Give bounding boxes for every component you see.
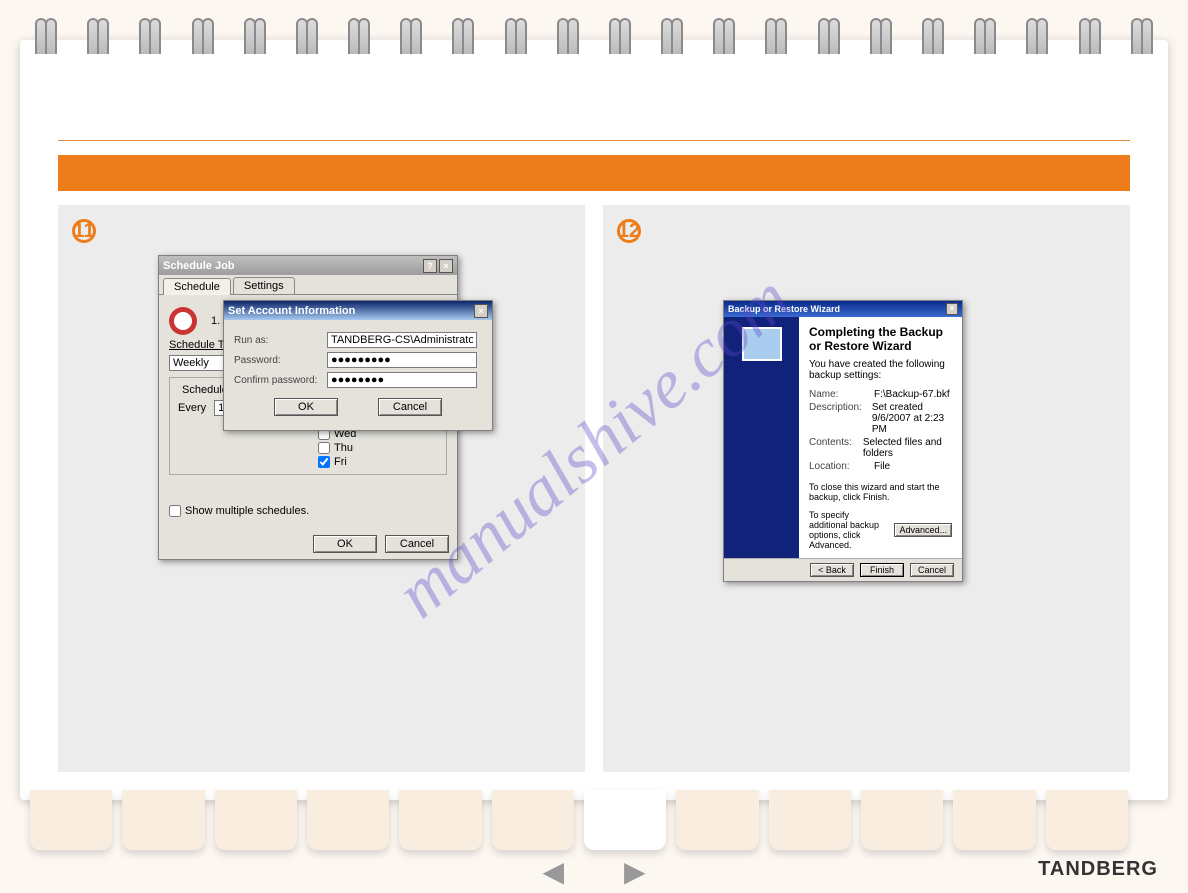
title-text: Schedule Job (163, 260, 235, 272)
backup-icon (742, 327, 782, 361)
advanced-button[interactable]: Advanced... (894, 523, 952, 537)
checkbox-thu[interactable]: Thu (318, 442, 356, 454)
panel-step-12: 12 Backup or Restore Wizard × Completing… (603, 205, 1130, 772)
nav-tab[interactable] (122, 790, 204, 850)
arrow-next-icon[interactable]: ▶ (624, 855, 646, 888)
nav-tab[interactable] (953, 790, 1035, 850)
tab-settings[interactable]: Settings (233, 277, 295, 294)
input-confirm-password[interactable] (327, 372, 477, 388)
titlebar-set-account: Set Account Information × (224, 301, 492, 320)
label-run-as: Run as: (234, 335, 319, 346)
nav-tab[interactable] (676, 790, 758, 850)
document-page: 11 Schedule Job ? × Schedule Settings (20, 40, 1168, 800)
step-number-11: 11 (72, 219, 96, 243)
input-run-as[interactable] (327, 332, 477, 348)
page-arrows: ◀ ▶ (0, 855, 1188, 888)
checkbox-fri[interactable]: Fri (318, 456, 356, 468)
input-password[interactable] (327, 352, 477, 368)
arrow-prev-icon[interactable]: ◀ (542, 855, 564, 888)
nav-tab[interactable] (492, 790, 574, 850)
value-description: Set created 9/6/2007 at 2:23 PM (872, 402, 952, 435)
label-contents: Contents: (809, 437, 853, 459)
close-icon[interactable]: × (946, 303, 958, 315)
value-name: F:\Backup-67.bkf (874, 389, 950, 400)
account-cancel-button[interactable]: Cancel (378, 398, 442, 416)
wizard-cancel-button[interactable]: Cancel (910, 563, 954, 577)
back-button[interactable]: < Back (810, 563, 854, 577)
label-description: Description: (809, 402, 862, 435)
close-icon[interactable]: × (439, 259, 453, 273)
nav-tab[interactable] (769, 790, 851, 850)
nav-tab[interactable] (307, 790, 389, 850)
nav-tab[interactable] (399, 790, 481, 850)
spiral-binding (20, 18, 1168, 52)
panel-step-11: 11 Schedule Job ? × Schedule Settings (58, 205, 585, 772)
wizard-close-text: To close this wizard and start the backu… (809, 482, 952, 502)
divider-top (58, 140, 1130, 141)
wizard-sidebar (724, 317, 799, 558)
label-location: Location: (809, 461, 864, 472)
tab-schedule[interactable]: Schedule (163, 278, 231, 295)
schedule-cancel-button[interactable]: Cancel (385, 535, 449, 553)
value-contents: Selected files and folders (863, 437, 952, 459)
title-text: Backup or Restore Wizard (728, 304, 840, 314)
wizard-heading: Completing the Backup or Restore Wizard (809, 325, 952, 353)
wizard-adv-text: To specify additional backup options, cl… (809, 510, 886, 550)
title-text: Set Account Information (228, 305, 355, 317)
heading-bar (58, 155, 1130, 191)
label-every: Every (178, 402, 206, 414)
nav-tab[interactable] (861, 790, 943, 850)
step-number-12: 12 (617, 219, 641, 243)
label-password: Password: (234, 355, 319, 366)
clock-icon (169, 307, 197, 335)
account-ok-button[interactable]: OK (274, 398, 338, 416)
brand-logo: TANDBERG (1038, 858, 1158, 881)
bottom-tabs (30, 790, 1128, 850)
checkbox-show-multiple[interactable]: Show multiple schedules. (169, 505, 309, 517)
help-button-icon[interactable]: ? (423, 259, 437, 273)
nav-tab-active[interactable] (584, 790, 666, 850)
finish-button[interactable]: Finish (860, 563, 904, 577)
schedule-ok-button[interactable]: OK (313, 535, 377, 553)
nav-tab[interactable] (215, 790, 297, 850)
value-location: File (874, 461, 890, 472)
nav-tab[interactable] (30, 790, 112, 850)
dialog-backup-wizard: Backup or Restore Wizard × Completing th… (723, 300, 963, 582)
label-name: Name: (809, 389, 864, 400)
titlebar-wizard: Backup or Restore Wizard × (724, 301, 962, 317)
tab-strip: Schedule Settings (159, 275, 457, 295)
close-icon[interactable]: × (474, 304, 488, 318)
label-confirm-password: Confirm password: (234, 375, 319, 386)
wizard-subtext: You have created the following backup se… (809, 359, 952, 381)
nav-tab[interactable] (1046, 790, 1128, 850)
dialog-set-account: Set Account Information × Run as: Passwo… (223, 300, 493, 431)
titlebar-schedule-job: Schedule Job ? × (159, 256, 457, 275)
